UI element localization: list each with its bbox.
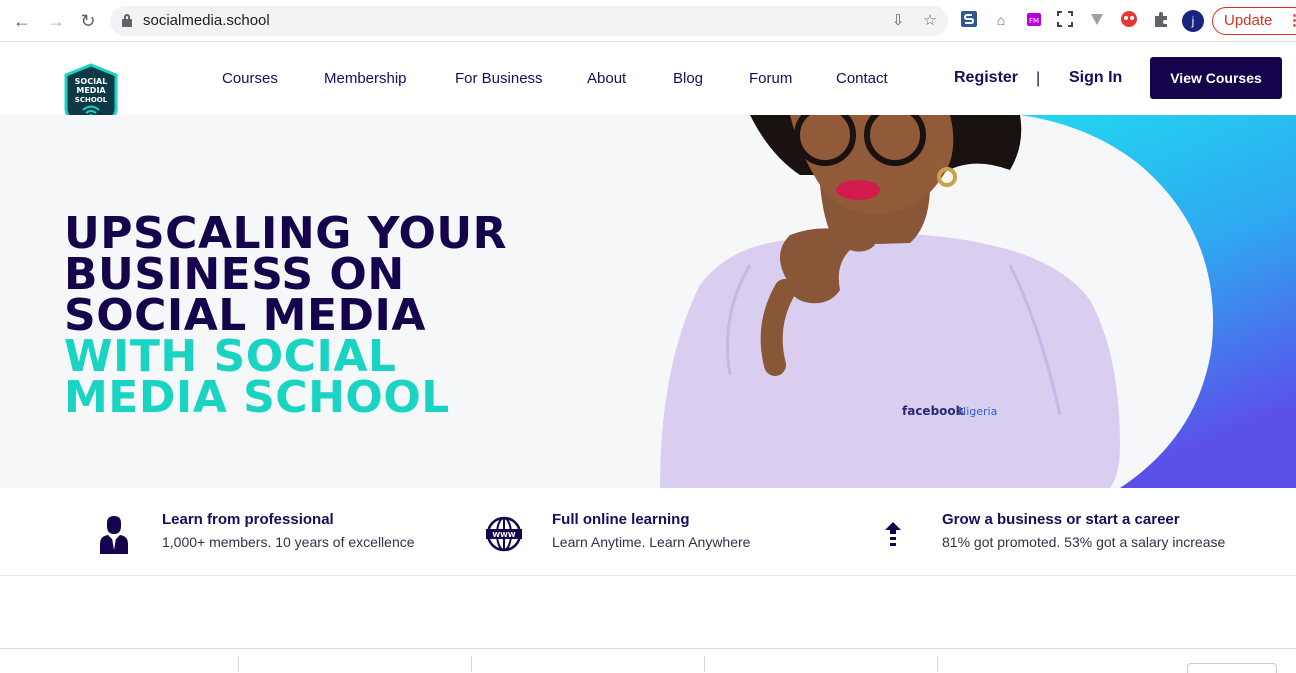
browser-toolbar: ← → ↻ socialmedia.school ⇩ ☆ ⌂ FM j Upda… bbox=[0, 0, 1296, 42]
nav-for-business[interactable]: For Business bbox=[455, 70, 543, 87]
nav-membership[interactable]: Membership bbox=[324, 70, 407, 87]
growth-arrow-icon bbox=[882, 520, 904, 558]
lock-icon bbox=[122, 14, 132, 28]
screenshot-icon[interactable] bbox=[1055, 10, 1075, 30]
svg-text:FM: FM bbox=[1029, 17, 1039, 25]
register-link[interactable]: Register bbox=[954, 69, 1018, 87]
sign-in-link[interactable]: Sign In bbox=[1069, 69, 1122, 87]
hero-section: facebook Nigeria UPSCALING YOUR BUSINESS… bbox=[0, 115, 1296, 488]
update-label: Update bbox=[1224, 12, 1273, 29]
vimeo-icon[interactable] bbox=[1087, 10, 1107, 30]
feature-subtitle-2: Learn Anytime. Learn Anywhere bbox=[552, 534, 751, 550]
feature-title-3: Grow a business or start a career bbox=[942, 511, 1180, 528]
logo-text-2: MEDIA bbox=[76, 86, 106, 95]
feature-title-2: Full online learning bbox=[552, 511, 690, 528]
logo-text-3: SCHOOL bbox=[75, 96, 108, 104]
nav-contact[interactable]: Contact bbox=[836, 70, 888, 87]
person-icon bbox=[98, 514, 132, 554]
features-strip: Learn from professional 1,000+ members. … bbox=[0, 488, 1296, 576]
column-divider bbox=[238, 656, 239, 672]
logo-text-1: SOCIAL bbox=[75, 77, 108, 86]
feature-subtitle-1: 1,000+ members. 10 years of excellence bbox=[162, 534, 415, 550]
column-divider bbox=[937, 656, 938, 672]
menu-dots-icon[interactable]: ⋮ bbox=[1287, 8, 1296, 34]
lower-section bbox=[0, 577, 1296, 673]
forward-icon[interactable]: → bbox=[44, 9, 68, 33]
column-divider bbox=[704, 656, 705, 672]
site-header: SOCIAL MEDIA SCHOOL Courses Membership F… bbox=[0, 43, 1296, 131]
hero-title-line-3: SOCIAL MEDIA bbox=[64, 290, 426, 341]
svg-text:WWW: WWW bbox=[492, 531, 515, 539]
shirt-nigeria-text: Nigeria bbox=[958, 405, 997, 418]
hero-title: UPSCALING YOUR BUSINESS ON SOCIAL MEDIA … bbox=[64, 208, 507, 423]
hero-title-line-2: BUSINESS ON bbox=[64, 249, 405, 300]
address-bar[interactable]: socialmedia.school ⇩ ☆ bbox=[110, 6, 948, 36]
view-courses-button[interactable]: View Courses bbox=[1150, 57, 1282, 99]
install-icon[interactable]: ⇩ bbox=[888, 11, 908, 31]
section-divider bbox=[0, 648, 1296, 649]
extension-s-icon[interactable] bbox=[959, 10, 979, 30]
nav-forum[interactable]: Forum bbox=[749, 70, 792, 87]
nav-about[interactable]: About bbox=[587, 70, 626, 87]
extension-puzzle-purple-icon[interactable]: FM bbox=[1024, 10, 1044, 30]
profile-avatar[interactable]: j bbox=[1182, 10, 1204, 32]
hero-title-line-4: WITH SOCIAL bbox=[64, 331, 397, 382]
hero-title-line-1: UPSCALING YOUR bbox=[64, 208, 507, 259]
extensions-puzzle-icon[interactable] bbox=[1151, 10, 1171, 30]
nav-blog[interactable]: Blog bbox=[673, 70, 703, 87]
extension-red-icon[interactable] bbox=[1119, 10, 1139, 30]
feature-subtitle-3: 81% got promoted. 53% got a salary incre… bbox=[942, 534, 1226, 550]
back-icon[interactable]: ← bbox=[10, 9, 34, 33]
nav-courses[interactable]: Courses bbox=[222, 70, 278, 87]
hero-title-line-5: MEDIA SCHOOL bbox=[64, 372, 450, 423]
globe-www-icon: WWW bbox=[486, 516, 522, 554]
url-text: socialmedia.school bbox=[143, 12, 270, 29]
reload-icon[interactable]: ↻ bbox=[76, 9, 100, 33]
home-icon[interactable]: ⌂ bbox=[991, 10, 1011, 30]
shirt-facebook-text: facebook bbox=[902, 404, 965, 418]
header-divider: | bbox=[1036, 70, 1041, 87]
update-button[interactable]: Update ⋮ bbox=[1212, 7, 1296, 35]
hero-image: facebook Nigeria bbox=[640, 115, 1296, 488]
bookmark-star-icon[interactable]: ☆ bbox=[920, 11, 940, 31]
feature-title-1: Learn from professional bbox=[162, 511, 334, 528]
column-divider bbox=[471, 656, 472, 672]
